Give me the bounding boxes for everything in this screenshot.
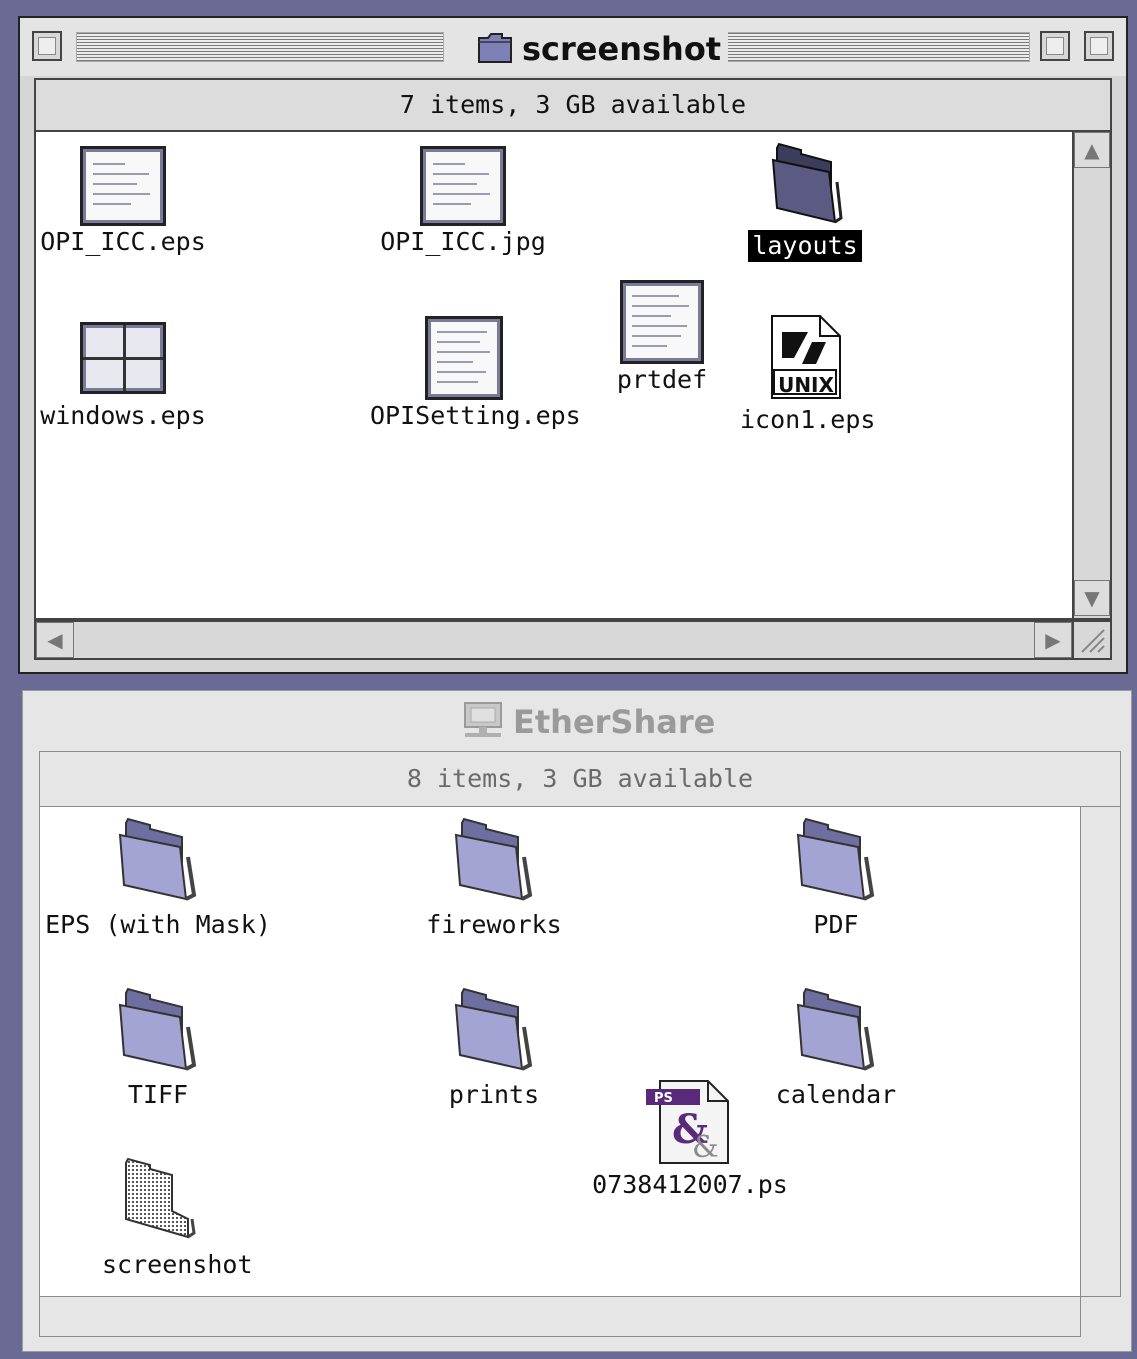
unix-badge-text: UNIX (778, 373, 834, 396)
file-label: icon1.eps (740, 405, 876, 434)
file-item[interactable]: OPI_ICC.jpg (376, 146, 550, 258)
file-item[interactable]: windows.eps (36, 322, 210, 432)
jpg-document-icon (420, 146, 506, 226)
file-item[interactable]: UNIX icon1.eps (736, 314, 876, 436)
scroll-down-arrow-icon[interactable]: ▼ (1074, 580, 1110, 616)
resize-grip-icon (1081, 629, 1105, 653)
folder-icon (796, 817, 875, 901)
window-info-bar: 7 items, 3 GB available (34, 78, 1112, 132)
horizontal-scrollbar[interactable] (39, 1297, 1081, 1337)
ps-badge-text: PS (654, 1091, 673, 1105)
close-box[interactable] (32, 31, 62, 61)
folder-icon (478, 33, 512, 63)
folder-label: prints (448, 1080, 540, 1109)
file-item[interactable]: prtdef (602, 280, 722, 396)
window-title-text: screenshot (522, 30, 722, 68)
svg-text:&: & (692, 1130, 719, 1165)
folder-item[interactable]: prints (434, 987, 554, 1111)
folder-item[interactable]: PDF (776, 817, 896, 941)
unix-badge: UNIX (778, 373, 834, 396)
folder-item[interactable]: layouts (730, 142, 880, 262)
file-item[interactable]: OPISetting.eps (366, 316, 581, 432)
network-volume-icon (464, 702, 502, 737)
file-label: 0738412007.ps (592, 1170, 788, 1199)
folder-label: EPS (with Mask) (45, 910, 271, 939)
ps-badge: PS (654, 1091, 673, 1105)
eps-document-icon (80, 322, 166, 394)
folder-label: TIFF (127, 1080, 189, 1109)
folder-icon (771, 142, 843, 224)
scroll-up-arrow-icon[interactable]: ▲ (1074, 132, 1110, 168)
window-info-bar: 8 items, 3 GB available (39, 751, 1121, 807)
window-content[interactable]: EPS (with Mask) fireworks PDF TIFF print… (39, 807, 1081, 1297)
zoom-box[interactable] (1040, 31, 1070, 61)
folder-label: PDF (813, 910, 859, 939)
window-content[interactable]: OPI_ICC.eps OPI_ICC.jpg layouts windows.… (34, 132, 1074, 620)
file-label: prtdef (616, 365, 708, 394)
folder-item[interactable]: fireworks (404, 817, 584, 941)
finder-window-ethershare[interactable]: EtherShare 8 items, 3 GB available EPS (… (22, 690, 1132, 1352)
finder-window-screenshot[interactable]: screenshot 7 items, 3 GB available OPI_I… (18, 16, 1128, 674)
folder-item[interactable]: screenshot (98, 1157, 253, 1281)
folder-alias-icon (125, 1157, 196, 1239)
title-bar-stripes (708, 32, 1030, 62)
folder-label: screenshot (102, 1250, 253, 1279)
horizontal-scrollbar[interactable]: ◀ ▶ (34, 620, 1074, 660)
title-bar-stripes (76, 32, 444, 62)
folder-label: fireworks (426, 910, 562, 939)
folder-icon (118, 817, 197, 901)
folder-icon (454, 817, 533, 901)
file-label: OPI_ICC.jpg (380, 227, 546, 256)
document-icon (620, 280, 704, 364)
title-bar[interactable]: screenshot (20, 18, 1126, 76)
file-item[interactable]: OPI_ICC.eps (36, 146, 210, 258)
vertical-scrollbar[interactable]: ▲ ▼ (1074, 132, 1112, 620)
title-bar[interactable]: EtherShare (23, 691, 1131, 749)
file-label: OPISetting.eps (370, 401, 581, 430)
folder-icon (796, 987, 875, 1071)
vertical-scrollbar[interactable] (1081, 807, 1121, 1297)
scroll-left-arrow-icon[interactable]: ◀ (36, 622, 74, 658)
eps-document-icon (80, 146, 166, 226)
folder-icon (118, 987, 197, 1071)
window-title-text: EtherShare (513, 703, 716, 741)
file-label: windows.eps (40, 401, 206, 430)
eps-document-icon (425, 316, 503, 400)
file-item[interactable]: & & PS 0738412007.ps (570, 1079, 810, 1201)
folder-item[interactable]: EPS (with Mask) (40, 817, 276, 941)
window-title: screenshot (468, 26, 728, 68)
file-label: layouts (748, 230, 862, 262)
folder-icon (454, 987, 533, 1071)
resize-grow-box[interactable] (1074, 620, 1112, 660)
folder-item[interactable]: TIFF (98, 987, 218, 1111)
file-label: OPI_ICC.eps (40, 227, 206, 256)
collapse-box[interactable] (1084, 31, 1114, 61)
scroll-right-arrow-icon[interactable]: ▶ (1034, 622, 1072, 658)
